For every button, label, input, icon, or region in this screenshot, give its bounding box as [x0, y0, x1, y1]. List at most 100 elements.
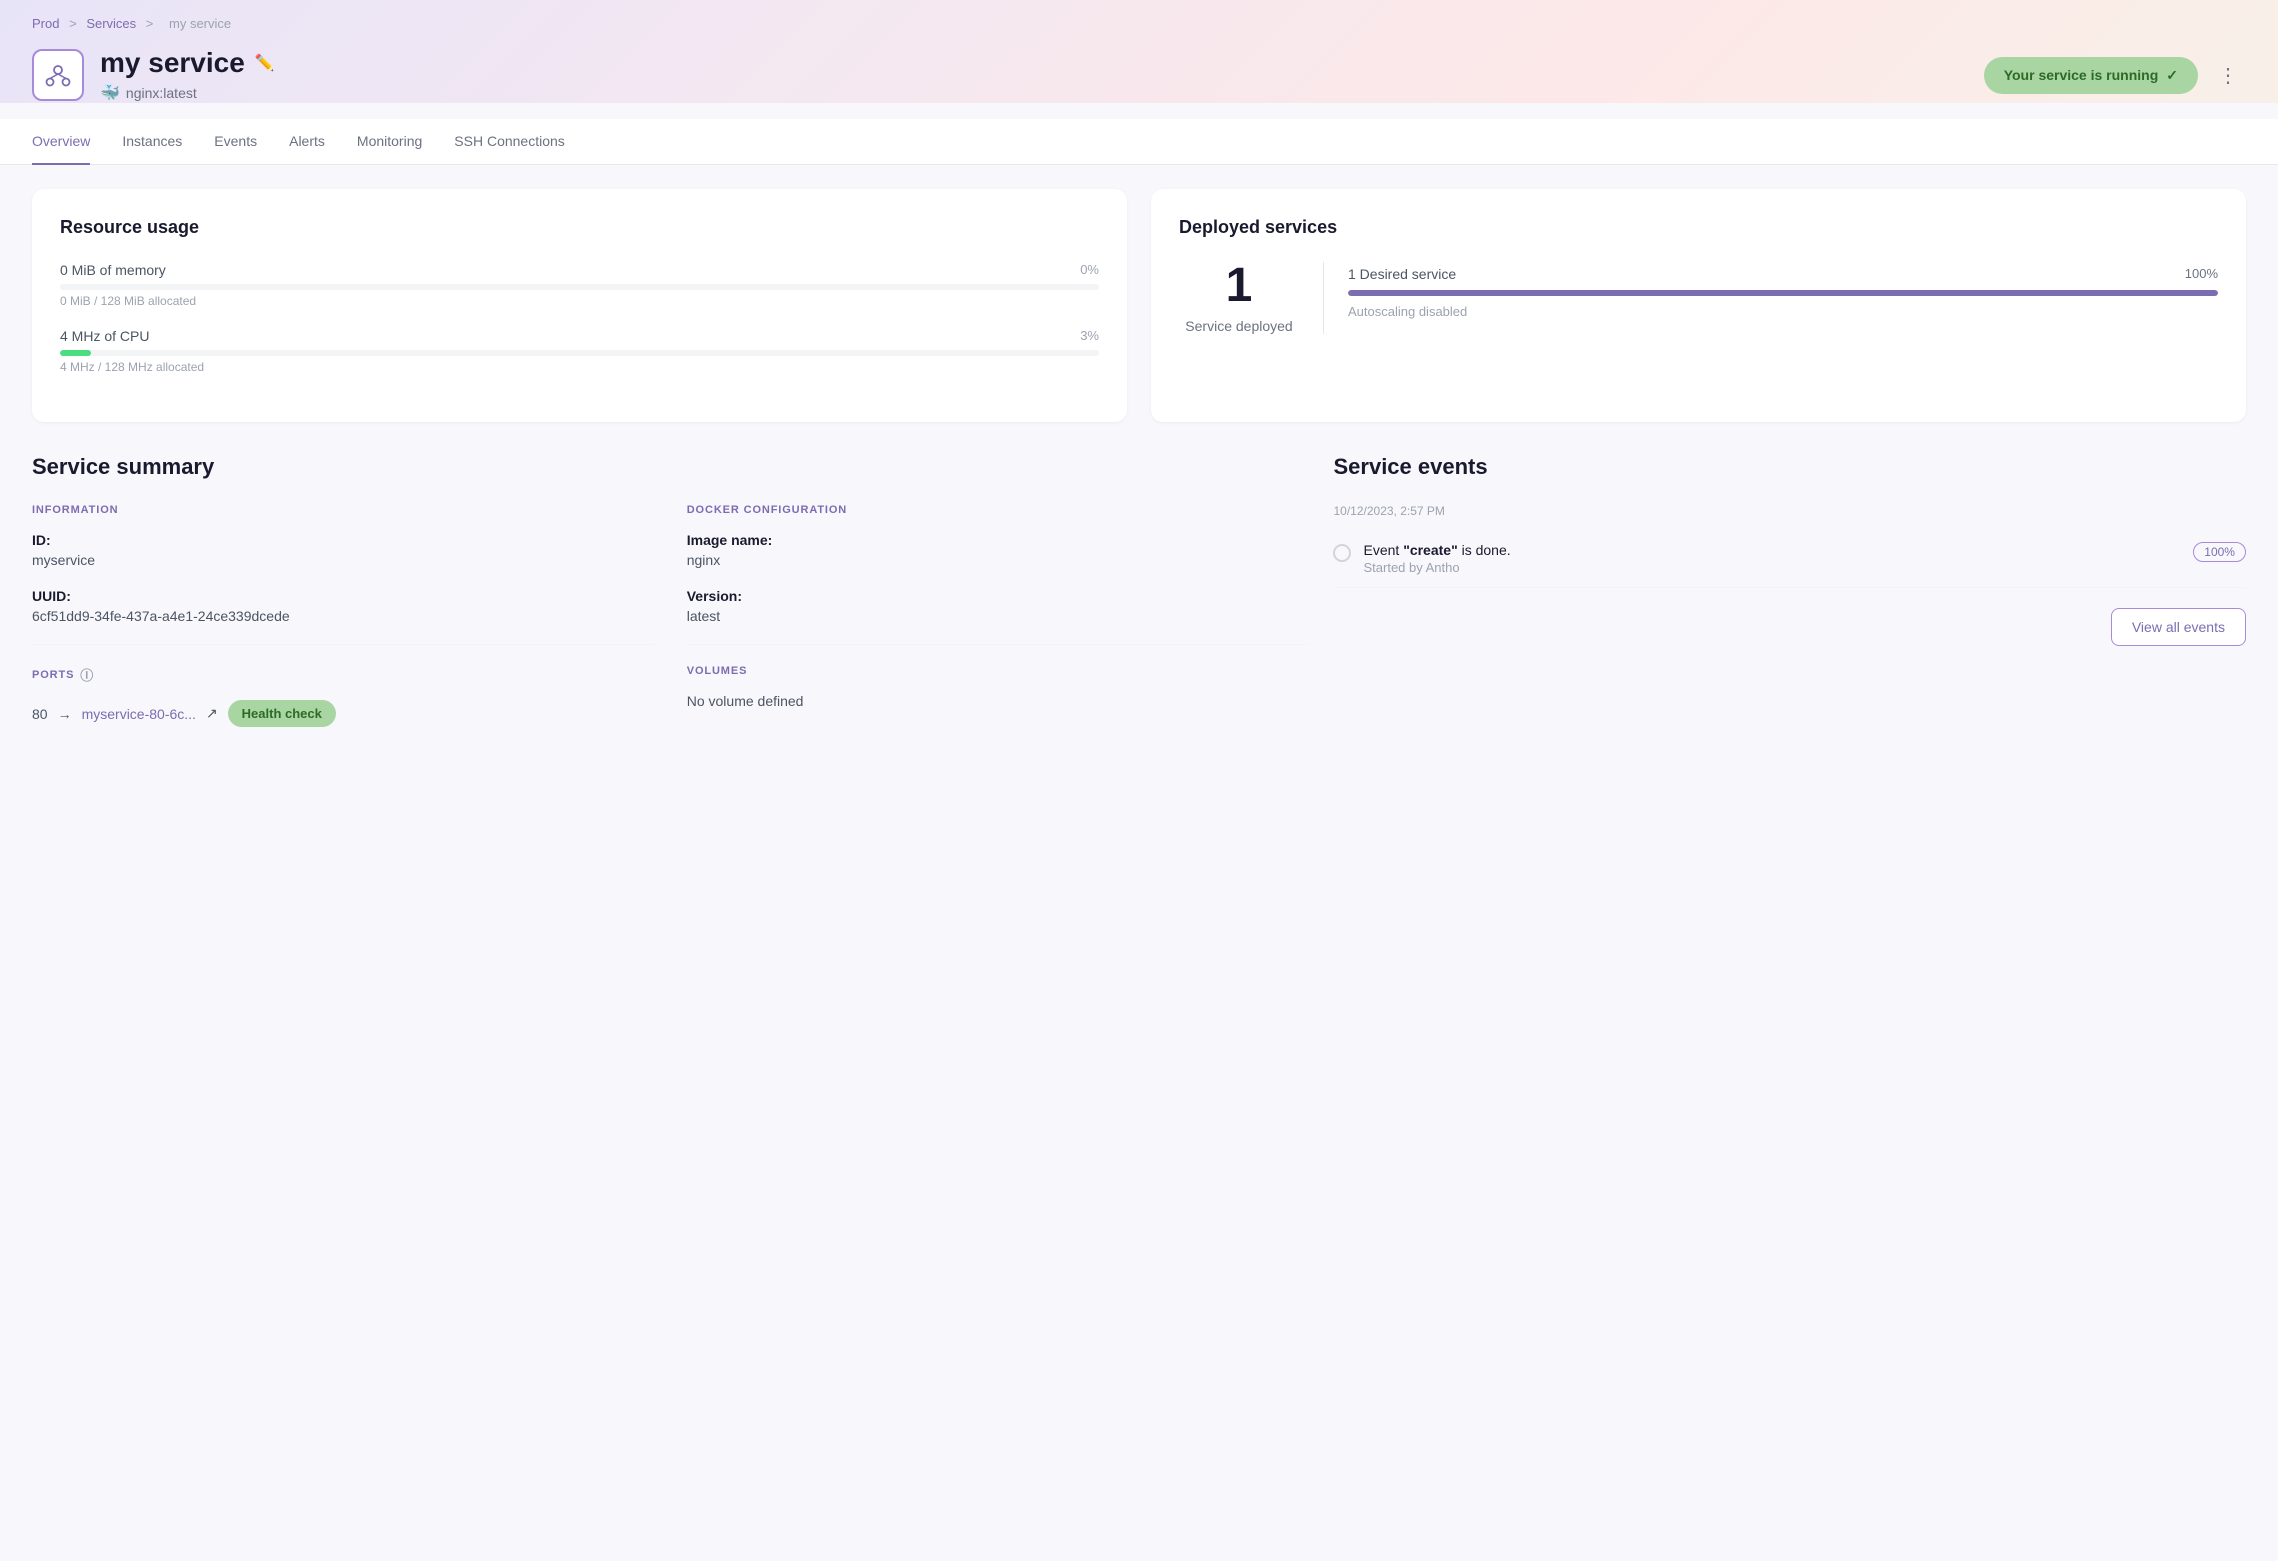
memory-header: 0 MiB of memory 0% [60, 262, 1099, 278]
service-image: nginx:latest [126, 85, 197, 101]
memory-sub: 0 MiB / 128 MiB allocated [60, 294, 1099, 308]
desired-header: 1 Desired service 100% [1348, 266, 2218, 282]
id-field: ID: myservice [32, 532, 655, 568]
tab-ssh-connections[interactable]: SSH Connections [454, 119, 565, 165]
more-options-button[interactable]: ⋮ [2210, 57, 2246, 93]
service-events-section: Service events 10/12/2023, 2:57 PM Event… [1333, 454, 2246, 727]
event-content: Event "create" is done. Started by Antho [1363, 542, 2181, 575]
service-subtitle: 🐳 nginx:latest [100, 83, 275, 103]
cpu-sub: 4 MHz / 128 MHz allocated [60, 360, 1099, 374]
event-timestamp: 10/12/2023, 2:57 PM [1333, 504, 2246, 518]
running-badge: Your service is running ✓ [1984, 57, 2198, 94]
tab-events[interactable]: Events [214, 119, 257, 165]
main-content: Resource usage 0 MiB of memory 0% 0 MiB … [0, 165, 2278, 1561]
id-label: ID: [32, 532, 655, 548]
deployed-services-card: Deployed services 1 Service deployed 1 D… [1151, 189, 2246, 422]
external-link-icon: ↗ [206, 705, 218, 722]
deployed-services-inner: 1 Service deployed 1 Desired service 100… [1179, 262, 2218, 334]
divider [1323, 262, 1324, 334]
resource-usage-title: Resource usage [60, 217, 1099, 238]
version-field: Version: latest [687, 588, 1310, 624]
desired-label: 1 Desired service [1348, 266, 1456, 282]
service-title-group: my service ✏️ 🐳 nginx:latest [100, 47, 275, 103]
desired-pct: 100% [2185, 266, 2218, 282]
nav-tabs: Overview Instances Events Alerts Monitor… [0, 119, 2278, 165]
docker-label: DOCKER CONFIGURATION [687, 504, 1310, 516]
event-text-before: Event [1363, 542, 1403, 558]
edit-icon[interactable]: ✏️ [255, 53, 275, 73]
event-sub: Started by Antho [1363, 560, 2181, 575]
uuid-label: UUID: [32, 588, 655, 604]
resource-usage-card: Resource usage 0 MiB of memory 0% 0 MiB … [32, 189, 1127, 422]
deployed-services-title: Deployed services [1179, 217, 2218, 238]
breadcrumb-services[interactable]: Services [86, 16, 136, 31]
ports-col: PORTS ⓘ 80 → myservice-80-6c... ↗ Health… [32, 644, 655, 727]
ports-label: PORTS ⓘ [32, 665, 655, 684]
autoscaling-text: Autoscaling disabled [1348, 304, 2218, 319]
tab-monitoring[interactable]: Monitoring [357, 119, 422, 165]
desired-progress-bar [1348, 290, 2218, 296]
information-label: INFORMATION [32, 504, 655, 516]
breadcrumb-sep2: > [146, 16, 154, 31]
memory-resource: 0 MiB of memory 0% 0 MiB / 128 MiB alloc… [60, 262, 1099, 308]
uuid-field: UUID: 6cf51dd9-34fe-437a-a4e1-24ce339dce… [32, 588, 655, 624]
tab-instances[interactable]: Instances [122, 119, 182, 165]
event-dot-icon [1333, 544, 1351, 562]
desired-progress-fill [1348, 290, 2218, 296]
service-summary-section: Service summary INFORMATION ID: myservic… [32, 454, 1309, 727]
deployed-count-label: Service deployed [1179, 318, 1299, 334]
summary-info-col: INFORMATION ID: myservice UUID: 6cf51dd9… [32, 504, 655, 727]
volumes-col: VOLUMES No volume defined [687, 644, 1310, 709]
version-value: latest [687, 608, 1310, 624]
cpu-header: 4 MHz of CPU 3% [60, 328, 1099, 344]
port-number: 80 [32, 706, 48, 722]
volumes-label: VOLUMES [687, 665, 1310, 677]
check-icon: ✓ [2166, 67, 2178, 84]
no-volume: No volume defined [687, 693, 1310, 709]
cpu-resource: 4 MHz of CPU 3% 4 MHz / 128 MHz allocate… [60, 328, 1099, 374]
id-value: myservice [32, 552, 655, 568]
service-events-title: Service events [1333, 454, 2246, 480]
version-label: Version: [687, 588, 1310, 604]
event-title: Event "create" is done. [1363, 542, 2181, 558]
port-link[interactable]: myservice-80-6c... [82, 706, 196, 722]
service-name: my service ✏️ [100, 47, 275, 79]
tab-overview[interactable]: Overview [32, 119, 90, 165]
uuid-value: 6cf51dd9-34fe-437a-a4e1-24ce339dcede [32, 608, 655, 624]
cpu-pct: 3% [1080, 328, 1099, 344]
health-check-button[interactable]: Health check [228, 700, 336, 727]
service-header-left: my service ✏️ 🐳 nginx:latest [32, 47, 275, 103]
event-badge: 100% [2193, 542, 2246, 562]
cpu-progress-bar [60, 350, 1099, 356]
deployed-number: 1 [1179, 262, 1299, 310]
view-all-events-button[interactable]: View all events [2111, 608, 2246, 646]
top-row: Resource usage 0 MiB of memory 0% 0 MiB … [32, 189, 2246, 422]
service-header: my service ✏️ 🐳 nginx:latest Your servic… [32, 47, 2246, 103]
image-label: Image name: [687, 532, 1310, 548]
summary-docker-col: DOCKER CONFIGURATION Image name: nginx V… [687, 504, 1310, 727]
summary-grid: INFORMATION ID: myservice UUID: 6cf51dd9… [32, 504, 1309, 727]
deployed-detail-section: 1 Desired service 100% Autoscaling disab… [1348, 262, 2218, 319]
breadcrumb-sep1: > [69, 16, 77, 31]
service-summary-title: Service summary [32, 454, 1309, 480]
running-text: Your service is running [2004, 67, 2159, 83]
header-area: Prod > Services > my service my service [0, 0, 2278, 103]
breadcrumb: Prod > Services > my service [32, 16, 2246, 31]
memory-progress-bar [60, 284, 1099, 290]
view-all-events-container: View all events [1333, 608, 2246, 646]
memory-label: 0 MiB of memory [60, 262, 166, 278]
ports-info-icon[interactable]: ⓘ [80, 665, 94, 684]
cpu-progress-fill [60, 350, 91, 356]
event-action: "create" [1403, 542, 1458, 558]
ports-row: 80 → myservice-80-6c... ↗ Health check [32, 700, 655, 727]
docker-icon: 🐳 [100, 83, 120, 103]
event-item: Event "create" is done. Started by Antho… [1333, 530, 2246, 588]
memory-pct: 0% [1080, 262, 1099, 278]
tab-alerts[interactable]: Alerts [289, 119, 325, 165]
image-value: nginx [687, 552, 1310, 568]
bottom-row: Service summary INFORMATION ID: myservic… [32, 454, 2246, 727]
service-header-right: Your service is running ✓ ⋮ [1984, 57, 2246, 94]
deployed-count-section: 1 Service deployed [1179, 262, 1299, 334]
breadcrumb-prod[interactable]: Prod [32, 16, 59, 31]
port-arrow: → [58, 706, 72, 722]
